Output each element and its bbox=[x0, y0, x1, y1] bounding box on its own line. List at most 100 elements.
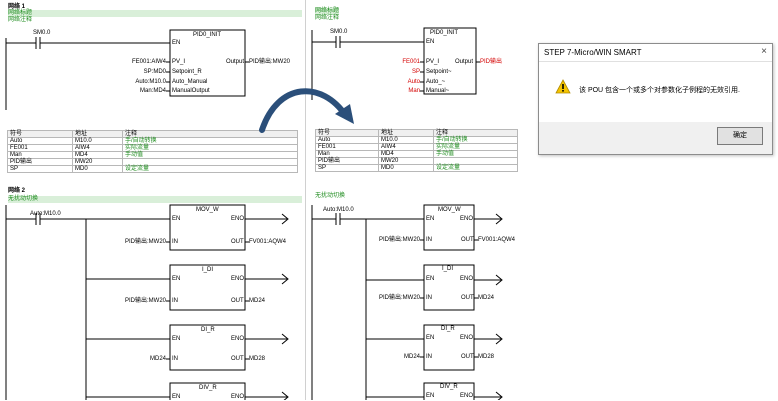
pin-out: OUT bbox=[461, 237, 474, 243]
pin-eno: ENO bbox=[231, 276, 245, 282]
block-name[interactable]: MOV_W bbox=[196, 207, 219, 214]
block-in-operand[interactable]: PID输出:MW20 bbox=[350, 237, 420, 244]
pin-eno: ENO bbox=[460, 276, 474, 282]
table-row[interactable]: SP MD0 设定流量 bbox=[315, 164, 518, 172]
cell-symbol: PID输出 bbox=[7, 158, 73, 166]
block-out-operand[interactable]: MD24 bbox=[249, 298, 265, 305]
pin-en: EN bbox=[426, 276, 435, 282]
pin-eno: ENO bbox=[231, 216, 245, 222]
pid-box-name[interactable]: PID0_INIT bbox=[430, 30, 458, 37]
cell-comment: 手/自动转换 bbox=[433, 136, 518, 144]
cell-address: AIW4 bbox=[72, 144, 123, 152]
table-row[interactable]: PID输出 MW20 bbox=[315, 157, 518, 165]
pin-en: EN bbox=[172, 336, 181, 342]
pin-out: OUT bbox=[461, 295, 474, 301]
block-out-operand[interactable]: MD28 bbox=[478, 354, 494, 361]
pid-out-pin: Output bbox=[226, 59, 245, 65]
contact-sm00[interactable]: SM0.0 bbox=[330, 29, 347, 36]
net2-title[interactable]: 无扰动切换 bbox=[8, 196, 302, 203]
cell-symbol: SP bbox=[7, 165, 73, 173]
pin-out: OUT bbox=[231, 298, 244, 304]
block-in-operand[interactable]: PID输出:MW20 bbox=[96, 298, 166, 305]
cell-symbol: FE001 bbox=[315, 143, 379, 151]
block-name[interactable]: DIV_R bbox=[199, 385, 217, 392]
pin-in: IN bbox=[426, 295, 432, 301]
table-row[interactable]: FE001 AIW4 实际流量 bbox=[315, 143, 518, 151]
pid-pin-setpoint: Setpoint_R bbox=[172, 69, 202, 75]
pid-operand-setpoint[interactable]: SP bbox=[380, 69, 420, 76]
close-icon[interactable]: × bbox=[761, 46, 767, 57]
block-name[interactable]: DI_R bbox=[441, 326, 455, 333]
block-out-operand[interactable]: MD28 bbox=[249, 356, 265, 363]
pid-pin-manual: ManualOutput bbox=[172, 88, 210, 94]
dialog-body: 该 POU 包含一个或多个对参数化子例程的无效引用. bbox=[539, 62, 772, 122]
cell-symbol: SP bbox=[315, 164, 379, 172]
warning-dialog: STEP 7-Micro/WIN SMART × 该 POU 包含一个或多个对参… bbox=[538, 43, 773, 155]
dialog-message: 该 POU 包含一个或多个对参数化子例程的无效引用. bbox=[579, 87, 741, 94]
pid-pin-auto: Auto_~ bbox=[426, 79, 446, 85]
net2-label: 网络 2 bbox=[8, 188, 26, 194]
pid-operand-setpoint[interactable]: SP:MD0 bbox=[96, 69, 166, 76]
block-name[interactable]: DIV_R bbox=[440, 384, 458, 391]
cell-comment: 实际流量 bbox=[433, 143, 518, 151]
block-out-operand[interactable]: FV001:AQW4 bbox=[478, 237, 515, 244]
cell-comment bbox=[433, 157, 518, 165]
pid-box-name[interactable]: PID0_INIT bbox=[193, 32, 221, 39]
pid-operand-manual[interactable]: Man bbox=[380, 88, 420, 95]
pid-operand-auto[interactable]: Auto bbox=[380, 79, 420, 86]
cell-comment bbox=[122, 158, 298, 166]
pin-in: IN bbox=[426, 354, 432, 360]
pid-operand-pv[interactable]: FE001:AIW4 bbox=[96, 59, 166, 66]
pid-out-pin: Output bbox=[455, 59, 474, 65]
cell-address: MD0 bbox=[378, 164, 434, 172]
warning-icon bbox=[555, 79, 571, 94]
pin-out: OUT bbox=[231, 239, 244, 245]
pid-pin-manual: Manual~ bbox=[426, 88, 450, 94]
block-out-operand[interactable]: MD24 bbox=[478, 295, 494, 302]
cell-comment: 实际流量 bbox=[122, 144, 298, 152]
table-row[interactable]: Man MD4 手动值 bbox=[315, 150, 518, 158]
contact-auto[interactable]: Auto:M10.0 bbox=[30, 211, 61, 218]
table-row[interactable]: Man MD4 手动值 bbox=[7, 151, 298, 159]
block-in-operand[interactable]: MD24 bbox=[96, 356, 166, 363]
block-in-operand[interactable]: PID输出:MW20 bbox=[96, 239, 166, 246]
pid-operand-auto[interactable]: Auto:M10.0 bbox=[96, 79, 166, 86]
net2-title[interactable]: 无扰动切换 bbox=[315, 193, 345, 200]
ok-button[interactable]: 确定 bbox=[717, 127, 763, 145]
pid-en-pin: EN bbox=[426, 39, 435, 45]
pin-in: IN bbox=[172, 298, 178, 304]
pid-pin-auto: Auto_Manual bbox=[172, 79, 208, 85]
pid-out-operand[interactable]: PID输出 bbox=[480, 59, 502, 66]
block-out-operand[interactable]: FV001:AQW4 bbox=[249, 239, 286, 246]
block-name[interactable]: I_DI bbox=[442, 266, 453, 273]
block-name[interactable]: I_DI bbox=[202, 267, 213, 274]
table-row[interactable]: FE001 AIW4 实际流量 bbox=[7, 144, 298, 152]
table-row[interactable]: PID输出 MW20 bbox=[7, 158, 298, 166]
cell-address: M10.0 bbox=[72, 137, 123, 145]
pid-out-operand[interactable]: PID输出:MW20 bbox=[249, 59, 290, 66]
block-name[interactable]: MOV_W bbox=[438, 207, 461, 214]
block-in-operand[interactable]: MD24 bbox=[350, 354, 420, 361]
pid-operand-manual[interactable]: Man:MD4 bbox=[96, 88, 166, 95]
pid-operand-pv[interactable]: FE001 bbox=[380, 59, 420, 66]
pin-en: EN bbox=[426, 393, 435, 399]
table-row[interactable]: SP MD0 设定流量 bbox=[7, 165, 298, 173]
curved-arrow-icon bbox=[259, 88, 354, 133]
cell-symbol: Man bbox=[7, 151, 73, 159]
cell-comment: 设定流量 bbox=[433, 164, 518, 172]
pid-pin-pv: PV_I bbox=[426, 59, 440, 65]
contact-auto[interactable]: Auto:M10.0 bbox=[323, 207, 354, 214]
cell-symbol: PID输出 bbox=[315, 157, 379, 165]
cell-comment: 设定流量 bbox=[122, 165, 298, 173]
right-ladder-lines bbox=[311, 27, 503, 400]
dialog-title-bar[interactable]: STEP 7-Micro/WIN SMART × bbox=[539, 44, 772, 62]
block-name[interactable]: DI_R bbox=[201, 327, 215, 334]
pin-out: OUT bbox=[461, 354, 474, 360]
contact-sm00[interactable]: SM0.0 bbox=[33, 30, 50, 37]
block-in-operand[interactable]: PID输出:MW20 bbox=[350, 295, 420, 302]
pin-en: EN bbox=[172, 276, 181, 282]
cell-comment: 手动值 bbox=[433, 150, 518, 158]
pin-in: IN bbox=[426, 237, 432, 243]
cell-address: MW20 bbox=[72, 158, 123, 166]
pin-eno: ENO bbox=[460, 216, 474, 222]
